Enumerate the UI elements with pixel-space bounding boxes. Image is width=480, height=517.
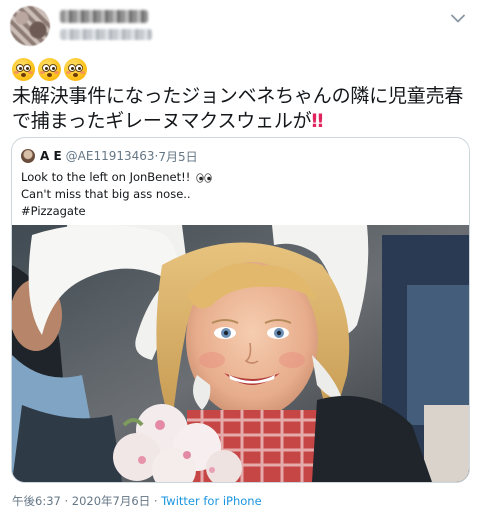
tweet-source-link[interactable]: Twitter for iPhone xyxy=(161,494,262,508)
tweet-text-line-2: で捕まったギレーヌマクスウェルが xyxy=(12,110,312,132)
photo-illustration xyxy=(12,225,469,482)
quoted-author-name: A E xyxy=(40,149,62,163)
quoted-tweet[interactable]: A E @AE11913463 · 7月5日 Look to the left … xyxy=(11,137,470,483)
quoted-tweet-photo[interactable] xyxy=(12,225,469,482)
quoted-text-line-2: Can't miss that big ass nose.. xyxy=(21,187,191,201)
tweet-text: 未解決事件になったジョンベネちゃんの隣に児童売春 で捕まったギレーヌマクスウェル… xyxy=(12,84,472,134)
emoji-row xyxy=(12,58,87,81)
tweet-timestamp[interactable]: 午後6:37 · 2020年7月6日 xyxy=(12,494,150,508)
flushed-face-icon xyxy=(64,58,87,81)
chevron-down-icon xyxy=(451,14,465,22)
quoted-tweet-text: Look to the left on JonBenet!! Can't mis… xyxy=(21,169,451,220)
more-options-button[interactable] xyxy=(448,8,468,28)
quoted-text-line-1: Look to the left on JonBenet!! xyxy=(21,170,191,184)
quoted-tweet-date: 7月5日 xyxy=(158,149,198,164)
flushed-face-icon xyxy=(38,58,61,81)
quoted-author-avatar xyxy=(21,149,35,163)
flushed-face-icon xyxy=(12,58,35,81)
double-exclamation-icon: ‼ xyxy=(311,110,323,132)
tweet: 未解決事件になったジョンベネちゃんの隣に児童売春 で捕まったギレーヌマクスウェル… xyxy=(0,0,480,517)
quoted-tweet-header: A E @AE11913463 · 7月5日 xyxy=(21,148,198,164)
meta-separator: · xyxy=(150,494,162,508)
quoted-author-handle: @AE11913463 xyxy=(65,149,155,163)
author-display-name[interactable] xyxy=(60,10,148,23)
author-avatar[interactable] xyxy=(10,6,50,46)
tweet-meta: 午後6:37 · 2020年7月6日 · Twitter for iPhone xyxy=(12,493,262,509)
eyes-icon xyxy=(196,173,212,183)
author-handle[interactable] xyxy=(60,29,152,40)
tweet-text-line-1: 未解決事件になったジョンベネちゃんの隣に児童売春 xyxy=(12,85,464,107)
quoted-hashtag[interactable]: #Pizzagate xyxy=(21,203,451,220)
